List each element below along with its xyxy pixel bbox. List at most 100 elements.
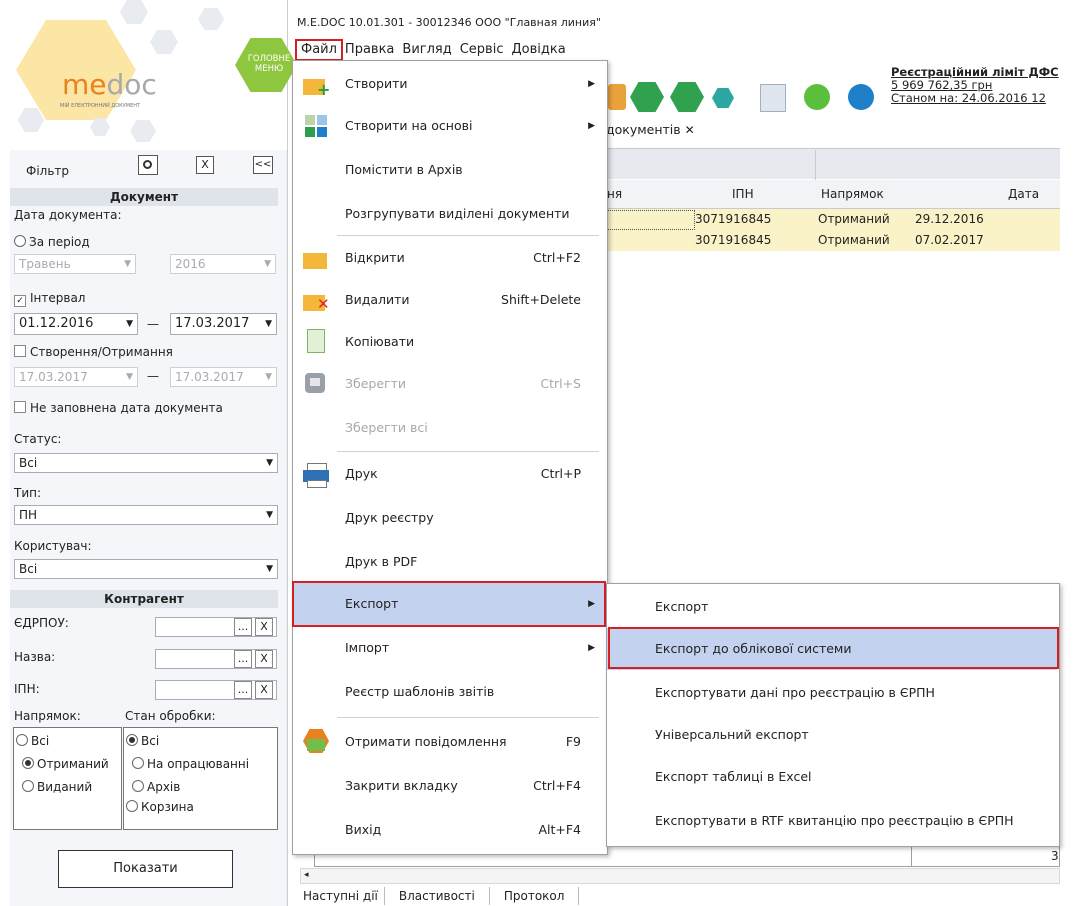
direction-issued-radio[interactable]: Виданий bbox=[22, 780, 92, 794]
menu-item-print-registry[interactable]: Друк реєстру bbox=[293, 497, 605, 539]
column-name[interactable]: ня bbox=[607, 187, 622, 201]
state-group: Всі На опрацюванні Архів Корзина bbox=[123, 727, 278, 830]
submenu-arrow-icon: ▶ bbox=[588, 643, 595, 653]
submenu-item-export-rtf[interactable]: Експортувати в RTF квитанцію про реєстра… bbox=[607, 800, 1057, 842]
period-month-select[interactable]: Травень ▼ bbox=[14, 254, 136, 274]
submenu-item-export-excel[interactable]: Експорт таблиці в Excel bbox=[607, 756, 1057, 798]
edrpou-browse-button[interactable]: ... bbox=[234, 618, 252, 636]
menu-item-label: Друк реєстру bbox=[345, 510, 434, 525]
nodate-checkbox[interactable]: Не заповнена дата документа bbox=[14, 401, 223, 415]
tab-properties[interactable]: Властивості bbox=[385, 887, 490, 905]
created-to-value: 17.03.2017 bbox=[175, 370, 244, 384]
checkmark-icon: ✓ bbox=[14, 295, 26, 307]
menu-item-exit[interactable]: Вихід Alt+F4 bbox=[293, 809, 605, 851]
create-based-icon bbox=[303, 113, 329, 139]
tab-close-icon[interactable]: ✕ bbox=[685, 123, 695, 137]
menu-item-create[interactable]: + Створити ▶ bbox=[293, 63, 605, 105]
create-icon: + bbox=[303, 71, 330, 98]
filter-settings-button[interactable] bbox=[138, 155, 158, 175]
horizontal-scrollbar[interactable]: ◂ bbox=[300, 868, 1060, 884]
row-direction: Отриманий bbox=[818, 233, 890, 247]
interval-label: Інтервал bbox=[30, 291, 86, 305]
menu-item-save[interactable]: Зберегти Ctrl+S bbox=[293, 363, 605, 405]
menu-help[interactable]: Довідка bbox=[507, 40, 569, 60]
created-checkbox[interactable]: Створення/Отримання bbox=[14, 345, 173, 359]
created-from-date[interactable]: 17.03.2017 ▼ bbox=[14, 367, 138, 387]
search-green-icon[interactable] bbox=[630, 82, 664, 112]
filter-collapse-button[interactable]: << bbox=[253, 156, 273, 174]
period-year-select[interactable]: 2016 ▼ bbox=[170, 254, 276, 274]
menu-item-save-all[interactable]: Зберегти всі bbox=[293, 407, 605, 449]
shield-green-icon[interactable] bbox=[670, 82, 704, 112]
user-select[interactable]: Всі ▼ bbox=[14, 559, 278, 579]
interval-to-value: 17.03.2017 bbox=[175, 316, 250, 331]
submenu-item-universal-export[interactable]: Універсальний експорт bbox=[607, 714, 1057, 756]
column-date[interactable]: Дата bbox=[1008, 187, 1039, 201]
interval-checkbox[interactable]: ✓ Інтервал bbox=[14, 291, 85, 307]
toolbar-icon[interactable] bbox=[608, 84, 626, 110]
interval-to-date[interactable]: 17.03.2017 ▼ bbox=[170, 313, 277, 335]
filter-close-button[interactable]: X bbox=[196, 156, 214, 174]
menu-item-copy[interactable]: Копіювати bbox=[293, 321, 605, 363]
calculator-icon[interactable] bbox=[760, 84, 786, 112]
created-label: Створення/Отримання bbox=[30, 345, 173, 359]
direction-received-radio[interactable]: Отриманий bbox=[22, 757, 109, 771]
state-label: Стан обробки: bbox=[125, 709, 216, 723]
menu-item-delete[interactable]: ✕ Видалити Shift+Delete bbox=[293, 279, 605, 321]
name-browse-button[interactable]: ... bbox=[234, 650, 252, 668]
interval-from-value: 01.12.2016 bbox=[19, 316, 94, 331]
cubes-icon[interactable] bbox=[712, 88, 734, 108]
document-section-header: Документ bbox=[10, 188, 278, 206]
menu-item-ungroup[interactable]: Розгрупувати виділені документи bbox=[293, 193, 605, 235]
menu-item-create-based[interactable]: Створити на основі ▶ bbox=[293, 105, 605, 147]
state-processing-radio[interactable]: На опрацюванні bbox=[132, 757, 249, 771]
menu-item-print-pdf[interactable]: Друк в PDF bbox=[293, 541, 605, 583]
menu-edit[interactable]: Правка bbox=[341, 40, 398, 60]
copy-icon bbox=[303, 329, 329, 355]
menu-service[interactable]: Сервіс bbox=[456, 40, 508, 60]
filter-panel: Фільтр X << Документ Дата документа: За … bbox=[10, 150, 286, 906]
tab-protocol[interactable]: Протокол bbox=[490, 887, 580, 905]
document-tab[interactable]: документів ✕ bbox=[606, 118, 695, 142]
interval-from-date[interactable]: 01.12.2016 ▼ bbox=[14, 313, 138, 335]
deco-hexagon bbox=[90, 118, 110, 136]
created-to-date[interactable]: 17.03.2017 ▼ bbox=[170, 367, 277, 387]
menu-item-report-templates[interactable]: Реєстр шаблонів звітів bbox=[293, 671, 605, 713]
menu-item-print[interactable]: Друк Ctrl+P bbox=[293, 453, 605, 495]
tab-next-actions[interactable]: Наступні дії bbox=[297, 887, 385, 905]
direction-all-radio[interactable]: Всі bbox=[16, 734, 49, 748]
submenu-item-export-erpn[interactable]: Експортувати дані про реєстрацію в ЄРПН bbox=[607, 672, 1057, 714]
menu-item-open[interactable]: Відкрити Ctrl+F2 bbox=[293, 237, 605, 279]
state-archive-radio[interactable]: Архів bbox=[132, 780, 180, 794]
menu-item-import[interactable]: Імпорт ▶ bbox=[293, 627, 605, 669]
chevron-down-icon: ▼ bbox=[266, 564, 273, 574]
submenu-item-export[interactable]: Експорт bbox=[607, 586, 1057, 628]
counterparty-section-header: Контрагент bbox=[10, 590, 278, 608]
chevron-down-icon: ▼ bbox=[265, 372, 272, 382]
column-direction[interactable]: Напрямок bbox=[821, 187, 884, 201]
menu-item-close-tab[interactable]: Закрити вкладку Ctrl+F4 bbox=[293, 765, 605, 807]
ipn-label: ІПН: bbox=[14, 682, 40, 696]
menu-view[interactable]: Вигляд bbox=[398, 40, 455, 60]
ipn-browse-button[interactable]: ... bbox=[234, 681, 252, 699]
main-menu-button[interactable]: ГОЛОВНЕ МЕНЮ bbox=[235, 38, 297, 92]
refresh-icon[interactable] bbox=[804, 84, 830, 110]
type-select[interactable]: ПН ▼ bbox=[14, 505, 278, 525]
scroll-left-icon[interactable]: ◂ bbox=[304, 870, 309, 880]
menu-item-shortcut: Ctrl+S bbox=[540, 376, 581, 391]
state-all-radio[interactable]: Всі bbox=[126, 734, 159, 748]
menu-item-archive[interactable]: Помістити в Архів bbox=[293, 149, 605, 191]
show-button[interactable]: Показати bbox=[58, 850, 233, 888]
menu-item-receive-messages[interactable]: Отримати повідомлення F9 bbox=[293, 721, 605, 763]
column-ipn[interactable]: ІПН bbox=[732, 187, 754, 201]
state-trash-radio[interactable]: Корзина bbox=[126, 800, 194, 814]
ipn-clear-button[interactable]: X bbox=[255, 681, 273, 699]
menu-item-label: Вихід bbox=[345, 822, 382, 837]
edrpou-clear-button[interactable]: X bbox=[255, 618, 273, 636]
status-select[interactable]: Всі ▼ bbox=[14, 453, 278, 473]
period-radio[interactable]: За період bbox=[14, 235, 90, 249]
name-clear-button[interactable]: X bbox=[255, 650, 273, 668]
registration-limit[interactable]: Реєстраційний ліміт ДФС 5 969 762,35 грн… bbox=[891, 66, 1059, 105]
check-shield-icon[interactable] bbox=[848, 84, 874, 110]
direction-group: Всі Отриманий Виданий bbox=[13, 727, 122, 830]
